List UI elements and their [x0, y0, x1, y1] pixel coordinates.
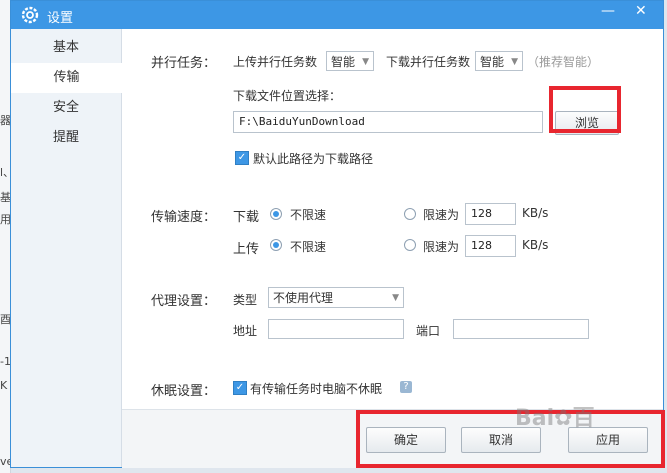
upload-parallel-label: 上传并行任务数: [233, 55, 318, 69]
proxy-type-value: 不使用代理: [273, 291, 334, 305]
upload-unlimited-radio[interactable]: [270, 239, 282, 251]
help-icon[interactable]: ?: [400, 381, 412, 393]
parallel-tasks-label: 并行任务：: [151, 56, 217, 71]
download-location-label: 下载文件位置选择：: [233, 89, 342, 103]
proxy-address-label: 地址: [233, 324, 258, 338]
upload-speed-label: 上传: [233, 242, 260, 257]
upload-limit-label: 限速为: [423, 240, 460, 254]
watermark-logo: Bai✿百: [515, 406, 595, 431]
download-parallel-select[interactable]: 智能 ▼: [475, 51, 523, 71]
download-unlimited-label: 不限速: [290, 208, 327, 222]
sleep-label: 休眠设置：: [151, 384, 217, 399]
sidebar-item-reminder[interactable]: 提醒: [11, 123, 121, 153]
download-parallel-label: 下载并行任务数: [386, 55, 471, 69]
proxy-port-input[interactable]: [453, 319, 589, 339]
proxy-port-label: 端口: [416, 324, 441, 338]
chevron-down-icon: ▼: [392, 293, 399, 303]
recommend-hint: （推荐智能）: [527, 55, 600, 69]
download-limit-label: 限速为: [423, 208, 460, 222]
proxy-type-label: 类型: [233, 293, 258, 307]
transfer-speed-label: 传输速度：: [151, 210, 217, 225]
download-parallel-value: 智能: [480, 55, 505, 69]
background-text: K: [0, 379, 8, 392]
upload-parallel-value: 智能: [331, 55, 356, 69]
default-path-checkbox[interactable]: ✓: [235, 151, 249, 165]
sidebar-item-basic[interactable]: 基本: [11, 33, 121, 63]
close-button[interactable]: ✕: [635, 3, 647, 19]
title-bar: 设置 — ✕: [11, 1, 663, 29]
default-path-label: 默认此路径为下载路径: [253, 152, 374, 166]
chevron-down-icon: ▼: [362, 57, 369, 67]
download-path-field[interactable]: F:\BaiduYunDownload: [233, 111, 543, 133]
settings-window: 设置 — ✕ 基本 传输 安全 提醒 并行任务： 上传并行任务数 智能 ▼ 下载并…: [10, 0, 664, 468]
buttons-highlight-box: [356, 410, 665, 468]
sidebar: 基本 传输 安全 提醒: [11, 29, 122, 467]
gear-icon: [21, 6, 39, 24]
minimize-button[interactable]: —: [601, 3, 615, 19]
no-sleep-label: 有传输任务时电脑不休眠: [250, 382, 383, 396]
sidebar-item-security[interactable]: 安全: [11, 93, 121, 123]
download-unlimited-radio[interactable]: [270, 208, 282, 220]
no-sleep-checkbox[interactable]: ✓: [233, 381, 247, 395]
window-title: 设置: [47, 11, 74, 26]
download-limit-radio[interactable]: [404, 208, 416, 220]
upload-limit-radio[interactable]: [404, 239, 416, 251]
download-unit: KB/s: [522, 206, 549, 220]
proxy-label: 代理设置：: [151, 294, 217, 309]
chevron-down-icon: ▼: [511, 57, 518, 67]
download-limit-input[interactable]: 128: [465, 203, 516, 225]
download-speed-label: 下载: [233, 210, 260, 225]
browse-highlight-box: [549, 86, 621, 133]
sidebar-item-transfer[interactable]: 传输: [11, 63, 122, 93]
upload-unlimited-label: 不限速: [290, 240, 327, 254]
upload-unit: KB/s: [522, 238, 549, 252]
proxy-address-input[interactable]: [268, 319, 404, 339]
upload-limit-input[interactable]: 128: [465, 235, 516, 257]
upload-parallel-select[interactable]: 智能 ▼: [326, 51, 374, 71]
proxy-type-select[interactable]: 不使用代理 ▼: [268, 287, 404, 308]
